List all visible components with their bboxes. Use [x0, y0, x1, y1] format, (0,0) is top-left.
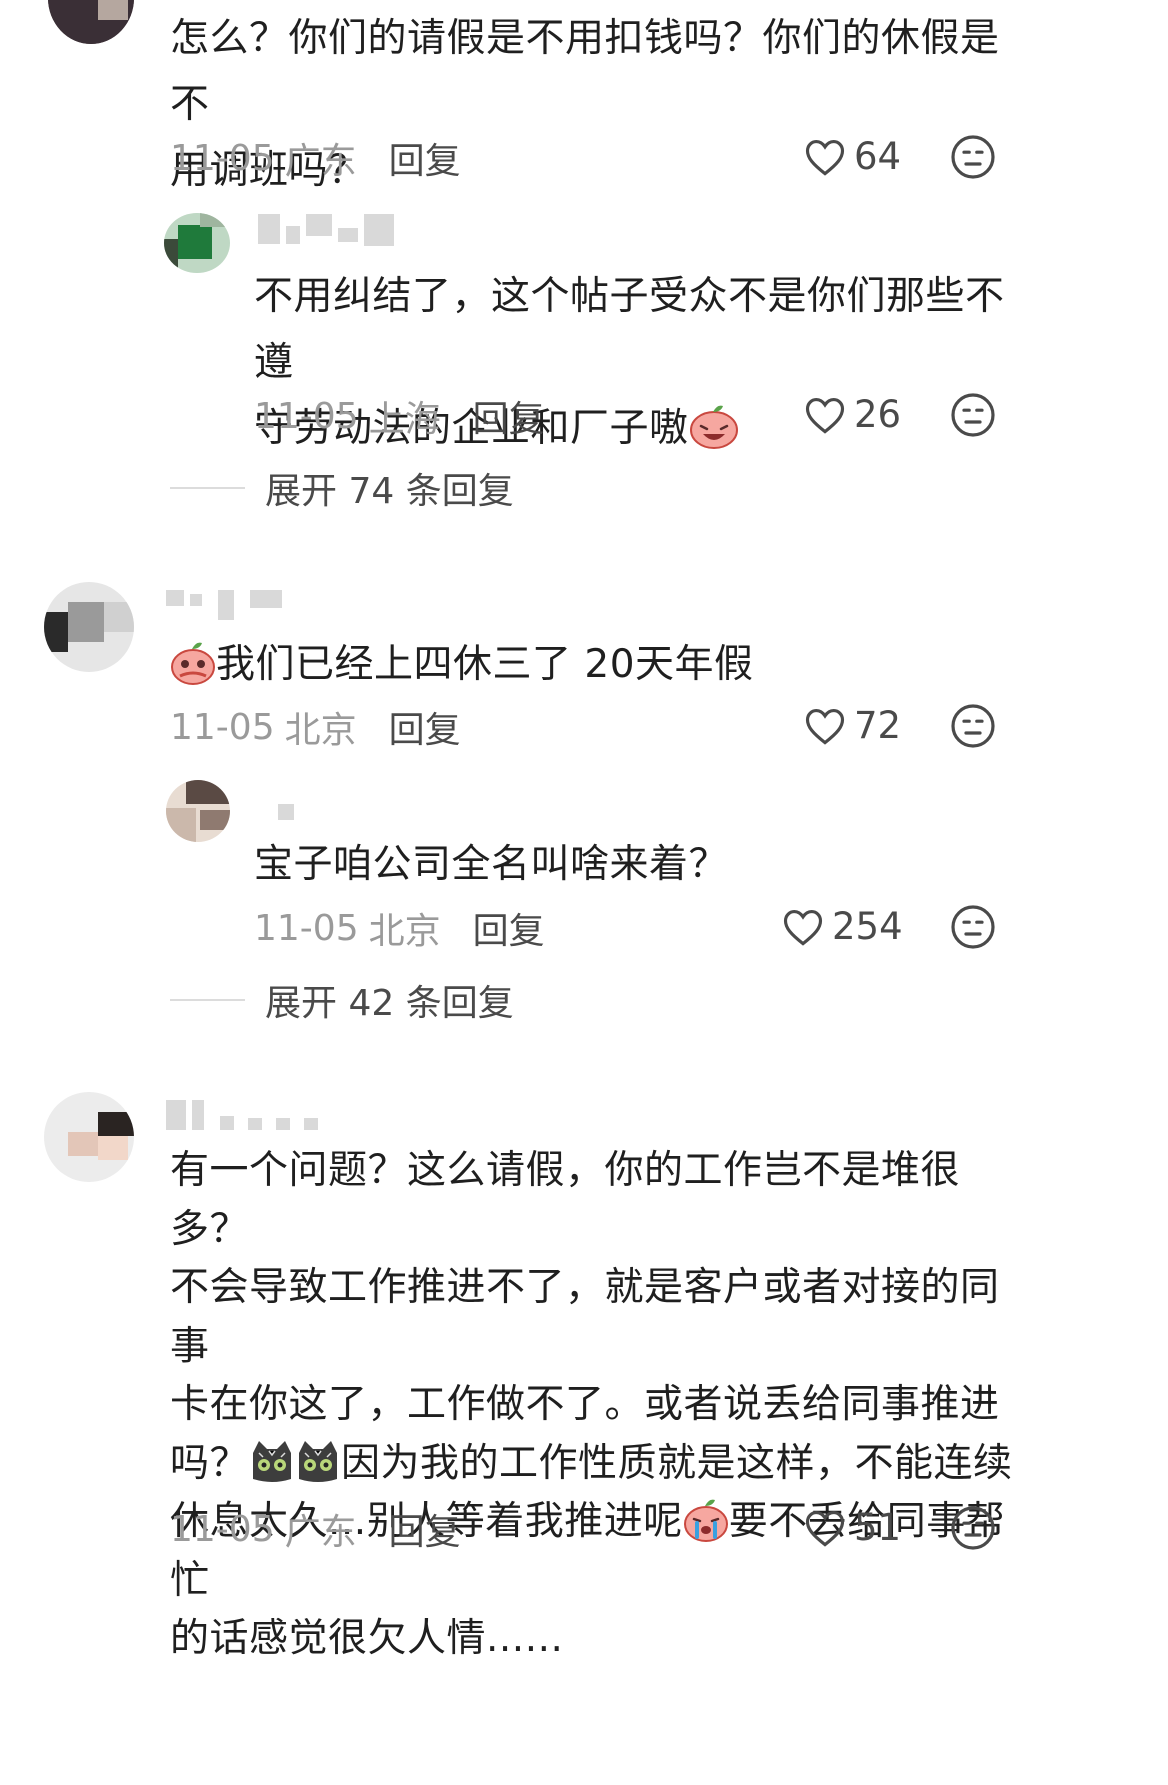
comment-location: 上海 [368, 399, 441, 440]
comment-date: 11-05 [170, 137, 275, 179]
comment-meta: 11-05 广东 回复 [170, 1503, 461, 1555]
comment-meta: 11-05 北京 回复 [254, 902, 545, 954]
comment-meta: 11-05 广东 回复 [170, 132, 461, 184]
comment-date: 11-05 [254, 907, 359, 949]
cat-face-emoji [253, 1440, 292, 1482]
comment-location: 北京 [284, 710, 357, 751]
like-count: 254 [832, 905, 903, 948]
like-button[interactable]: 254 [782, 905, 903, 948]
meh-face-icon[interactable] [949, 702, 997, 750]
crying-face-emoji [683, 1499, 728, 1542]
heart-outline-icon [805, 139, 845, 176]
username-obscured[interactable] [166, 590, 282, 620]
meh-face-icon[interactable] [949, 903, 997, 951]
reply-button[interactable]: 回复 [473, 390, 545, 442]
like-count: 26 [854, 393, 902, 436]
expand-replies-label: 展开 42 条回复 [265, 983, 514, 1024]
heart-outline-icon [805, 1510, 845, 1547]
username-obscured[interactable] [278, 804, 294, 820]
username-obscured[interactable] [166, 1100, 318, 1130]
like-button[interactable]: 26 [804, 393, 901, 436]
comment-location: 北京 [368, 911, 441, 952]
like-button[interactable]: 51 [804, 1506, 901, 1549]
like-count: 64 [854, 135, 902, 178]
expand-replies-button[interactable]: 展开 42 条回复 [170, 974, 514, 1026]
like-button[interactable]: 64 [804, 135, 901, 178]
comment-meta: 11-05 北京 回复 [170, 701, 461, 753]
like-count: 72 [854, 704, 902, 747]
like-button[interactable]: 72 [804, 704, 901, 747]
laughing-face-emoji [689, 405, 738, 449]
meh-face-icon[interactable] [949, 133, 997, 181]
heart-outline-icon [805, 708, 845, 745]
expand-replies-label: 展开 74 条回复 [265, 471, 514, 512]
expand-replies-button[interactable]: 展开 74 条回复 [170, 462, 514, 514]
username-obscured[interactable] [258, 214, 394, 246]
comment-meta: 11-05 上海 回复 [254, 390, 545, 442]
avatar[interactable] [48, 0, 134, 44]
avatar[interactable] [44, 582, 134, 672]
meh-face-icon[interactable] [949, 1504, 997, 1552]
divider [170, 999, 245, 1001]
heart-outline-icon [783, 909, 823, 946]
reply-button[interactable]: 回复 [389, 701, 461, 753]
comment-text: 有一个问题？这么请假，你的工作岂不是堆很多？ 不会导致工作推进不了，就是客户或者… [170, 1148, 1013, 1661]
comment-date: 11-05 [170, 1508, 275, 1550]
meh-face-icon[interactable] [949, 391, 997, 439]
like-count: 51 [854, 1506, 902, 1549]
avatar[interactable] [164, 213, 230, 273]
reply-button[interactable]: 回复 [473, 902, 545, 954]
avatar[interactable] [166, 780, 230, 842]
comment-date: 11-05 [170, 706, 275, 748]
comment-location: 广东 [284, 1512, 357, 1553]
comment-location: 广东 [284, 141, 357, 182]
comment-text: 我们已经上四休三了 20天年假 [170, 632, 1020, 698]
reply-button[interactable]: 回复 [389, 132, 461, 184]
pleading-face-emoji [171, 642, 215, 685]
heart-outline-icon [805, 397, 845, 434]
reply-button[interactable]: 回复 [389, 1503, 461, 1555]
comment-date: 11-05 [254, 395, 359, 437]
comment-text: 宝子咱公司全名叫啥来着？ [254, 842, 729, 887]
avatar[interactable] [44, 1092, 134, 1182]
cat-face-emoji [299, 1440, 338, 1482]
divider [170, 487, 245, 489]
